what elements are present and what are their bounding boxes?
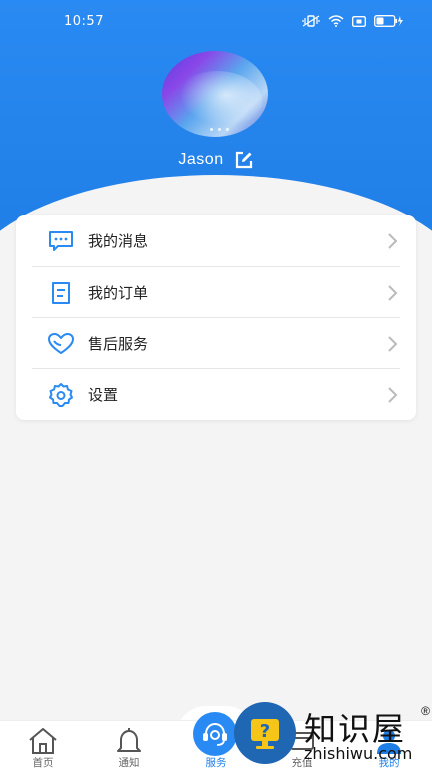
profile-header: 10:57 Jason 共1台设备 (0, 0, 432, 240)
tab-label: 首页 (32, 757, 54, 768)
status-bar: 10:57 (0, 0, 432, 44)
svg-text:?: ? (260, 721, 270, 742)
menu-item-label: 售后服务 (88, 336, 149, 353)
menu-item-orders[interactable]: 我的订单 (32, 267, 400, 318)
avatar-dot (218, 128, 221, 131)
menu-item-messages[interactable]: 我的消息 (32, 215, 400, 266)
bell-icon (117, 728, 141, 752)
chevron-right-icon (386, 335, 398, 353)
username-row: Jason (0, 150, 432, 170)
menu-item-label: 设置 (88, 387, 119, 404)
watermark-domain: zhishiwu.com (304, 744, 413, 763)
watermark: ? 知识屋 ® zhishiwu.com (234, 700, 432, 768)
tab-label: 通知 (118, 757, 140, 768)
status-icons (302, 14, 404, 30)
home-icon (29, 728, 57, 754)
gear-icon (48, 382, 74, 408)
edit-icon[interactable] (234, 150, 254, 170)
chevron-right-icon (386, 232, 398, 250)
username: Jason (178, 151, 224, 168)
chevron-right-icon (386, 386, 398, 404)
avatar-shine (172, 71, 262, 131)
tab-notifications[interactable]: 通知 (86, 721, 172, 768)
message-icon (48, 228, 74, 254)
wifi-icon (328, 14, 344, 30)
menu-card: 我的消息 我的订单 售后服务 设置 (16, 215, 416, 420)
service-icon (203, 722, 227, 746)
avatar-dot (226, 128, 229, 131)
menu-item-label: 我的订单 (88, 285, 149, 302)
menu-item-label: 我的消息 (88, 233, 149, 250)
menu-item-after-sales[interactable]: 售后服务 (32, 318, 400, 369)
sim-icon (351, 14, 367, 30)
battery-icon (374, 14, 404, 30)
watermark-registered: ® (421, 704, 430, 718)
chevron-right-icon (386, 284, 398, 302)
avatar-dot (210, 128, 213, 131)
order-icon (48, 280, 74, 306)
status-time: 10:57 (64, 14, 104, 29)
question-monitor-icon: ? (251, 719, 279, 749)
watermark-logo: ? (234, 702, 296, 764)
vibrate-icon (302, 14, 320, 30)
service-button[interactable] (193, 712, 237, 756)
heart-icon (48, 331, 74, 357)
menu-item-settings[interactable]: 设置 (32, 369, 400, 420)
tab-home[interactable]: 首页 (0, 721, 86, 768)
avatar[interactable] (162, 51, 268, 137)
